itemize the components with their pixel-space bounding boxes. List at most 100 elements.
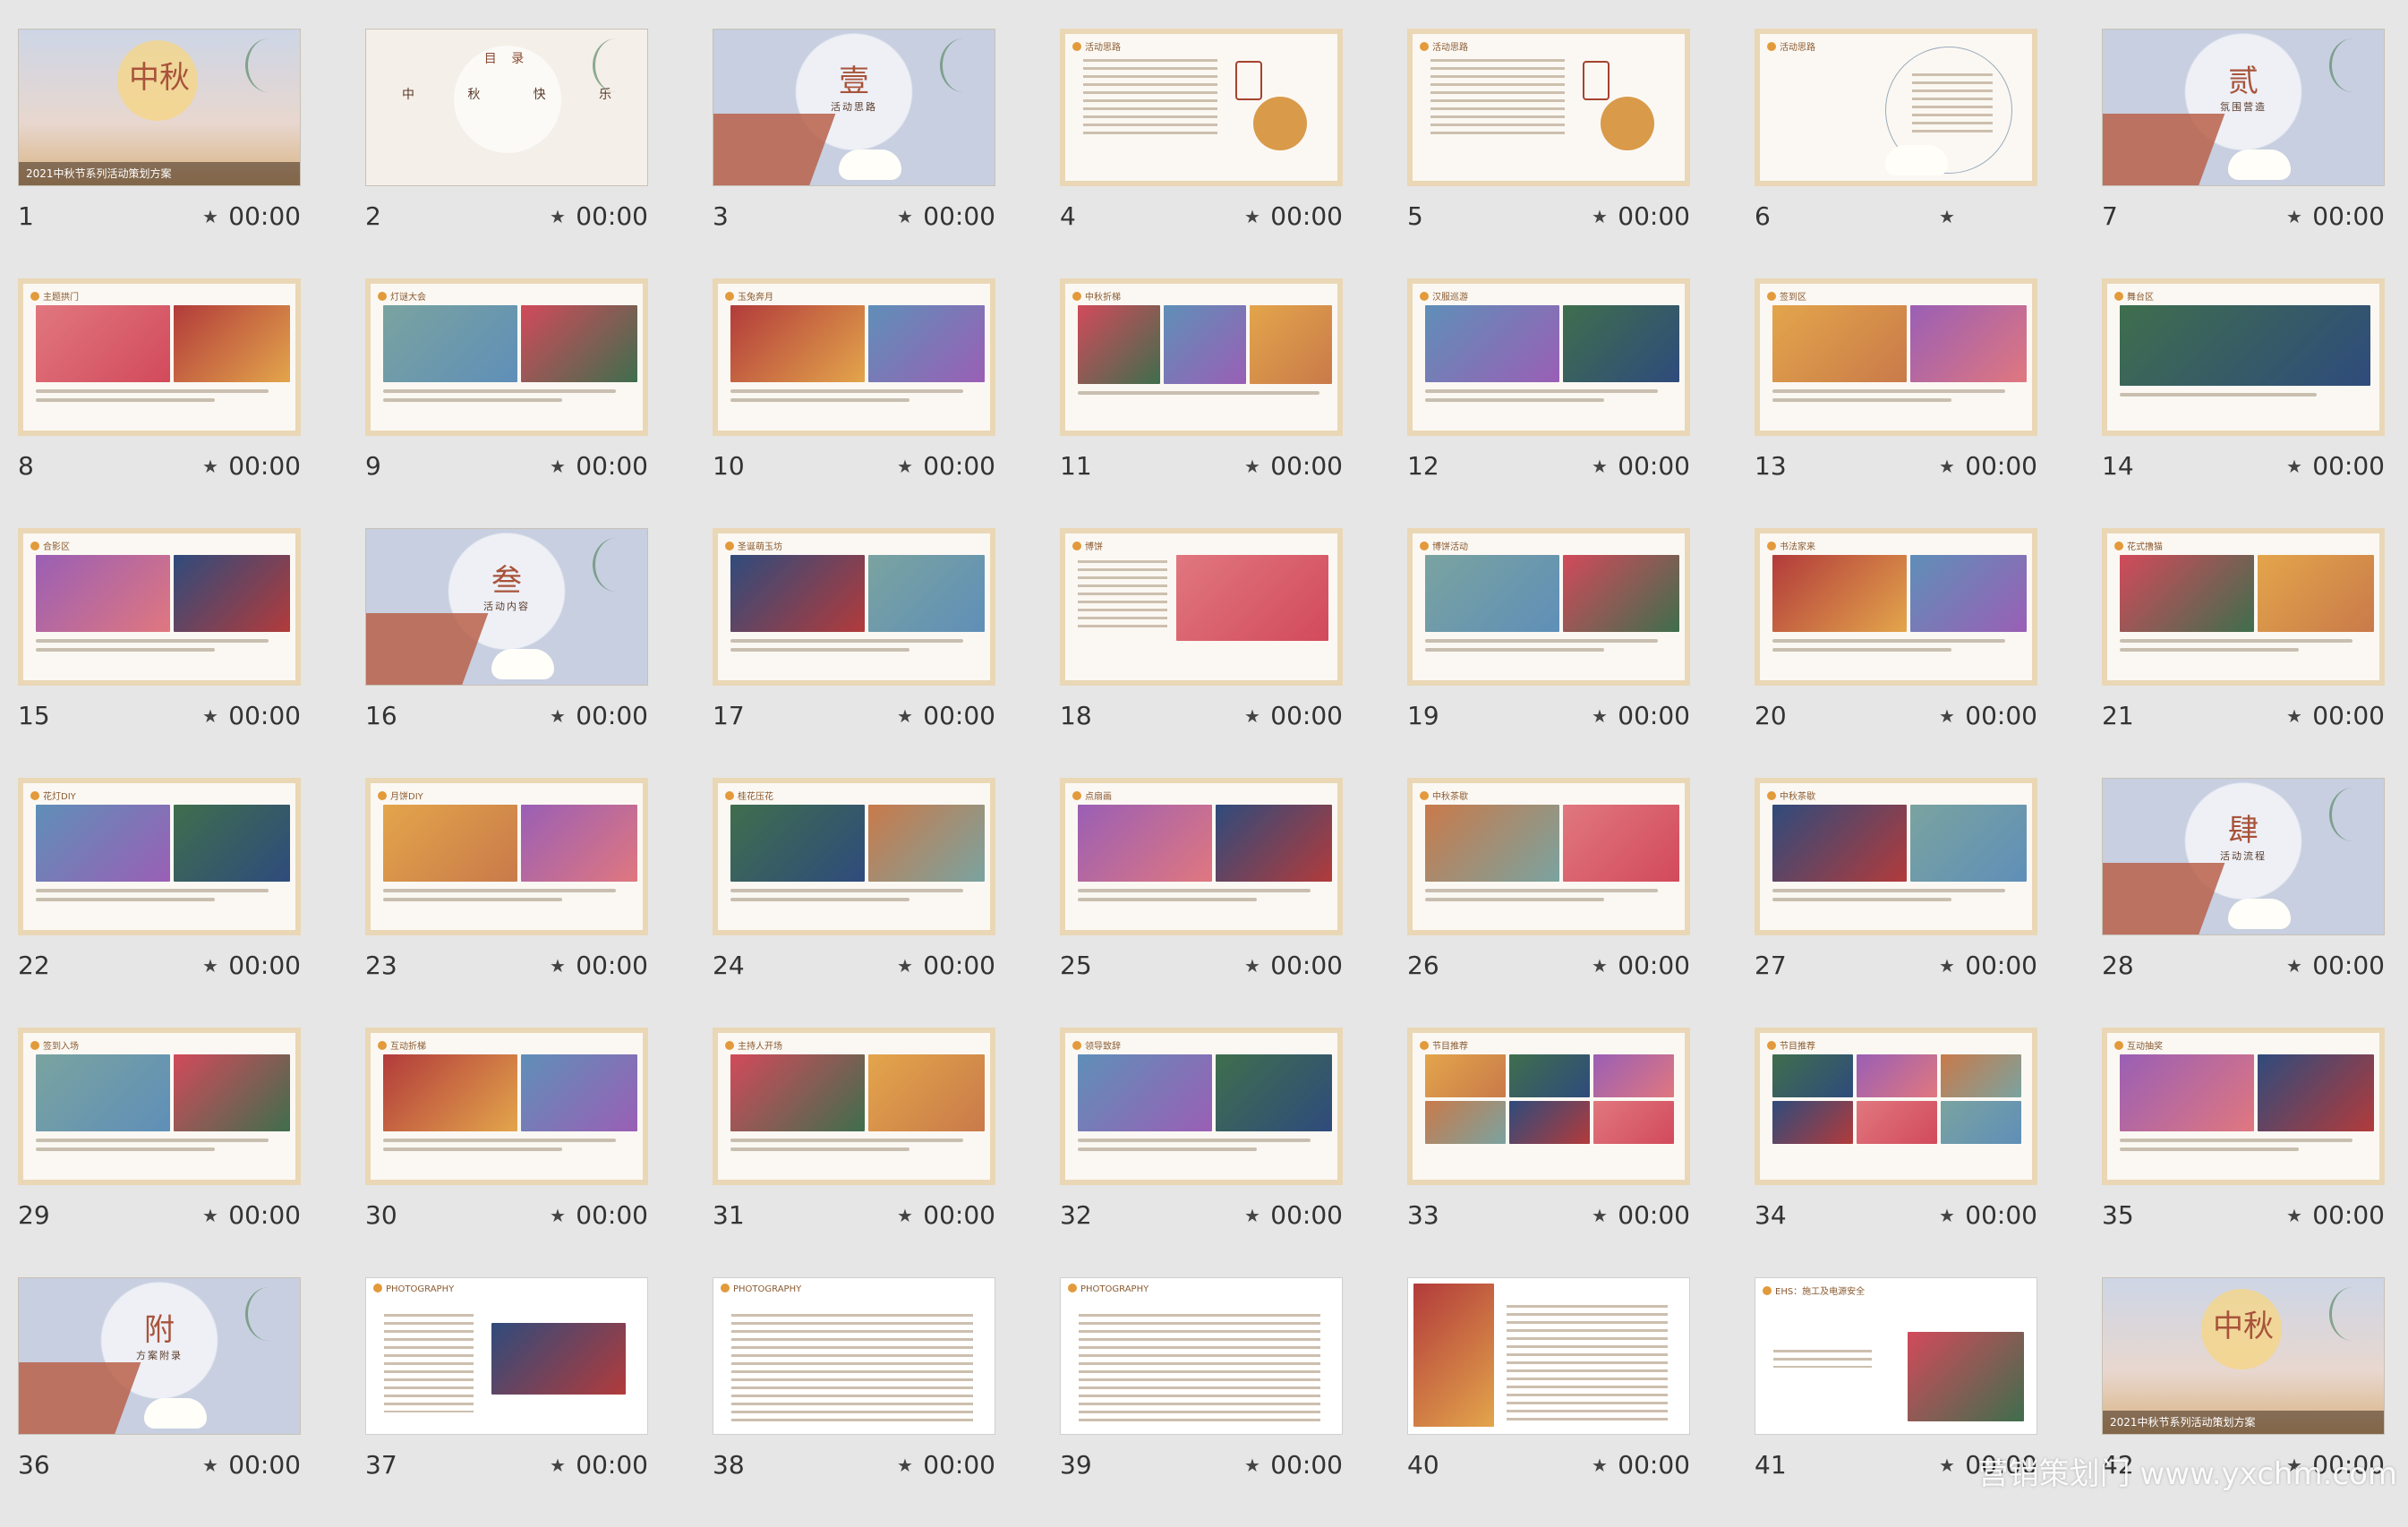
star-icon[interactable]: ★ <box>897 1456 913 1474</box>
star-icon[interactable]: ★ <box>1592 457 1608 475</box>
slide-thumbnail[interactable]: 主持人开场 <box>713 1028 995 1185</box>
slide-thumbnail[interactable]: 主题拱门 <box>18 278 301 436</box>
slide-photo <box>383 805 517 882</box>
caption-text <box>2120 1139 2352 1142</box>
slide-thumbnail[interactable]: 叁活动内容 <box>365 528 648 686</box>
leaf-decoration <box>593 38 640 92</box>
star-icon[interactable]: ★ <box>1939 457 1955 475</box>
slide-thumbnail[interactable]: EHS保障方案 <box>1407 1277 1690 1435</box>
slide-number: 3 <box>713 201 729 231</box>
slide-thumbnail[interactable]: 花灯DIY <box>18 778 301 935</box>
slide-thumbnail[interactable]: 领导致辞 <box>1060 1028 1343 1185</box>
slide-thumbnail[interactable]: 桂花压花 <box>713 778 995 935</box>
slide-thumbnail[interactable]: 节目推荐 <box>1755 1028 2037 1185</box>
star-icon[interactable]: ★ <box>550 1207 566 1224</box>
star-icon[interactable]: ★ <box>1592 957 1608 975</box>
slide-thumbnail[interactable]: 互动折梯 <box>365 1028 648 1185</box>
star-icon[interactable]: ★ <box>2286 208 2302 226</box>
slide-thumbnail[interactable]: 中秋折梯 <box>1060 278 1343 436</box>
star-icon[interactable]: ★ <box>1939 957 1955 975</box>
star-icon[interactable]: ★ <box>202 208 218 226</box>
star-icon[interactable]: ★ <box>1939 208 1955 226</box>
star-icon[interactable]: ★ <box>202 457 218 475</box>
star-icon[interactable]: ★ <box>2286 707 2302 725</box>
slide-thumbnail[interactable]: 中秋茶歇 <box>1407 778 1690 935</box>
slide-thumbnail[interactable]: PHOTOGRAPHY <box>365 1277 648 1435</box>
slide-timing: 00:00 <box>923 1450 995 1480</box>
slide-thumbnail[interactable]: PHOTOGRAPHY <box>1060 1277 1343 1435</box>
star-icon[interactable]: ★ <box>2286 957 2302 975</box>
star-icon[interactable]: ★ <box>1592 1207 1608 1224</box>
star-icon[interactable]: ★ <box>897 957 913 975</box>
slide-timing: 00:00 <box>1270 701 1343 730</box>
slide-thumbnail[interactable]: 壹活动思路 <box>713 29 995 186</box>
slide-thumbnail[interactable]: 灯谜大会 <box>365 278 648 436</box>
slide-thumbnail[interactable]: 活动思路 <box>1755 29 2037 186</box>
slide-thumbnail[interactable]: 互动抽奖 <box>2102 1028 2385 1185</box>
slide-thumbnail[interactable]: 肆活动流程 <box>2102 778 2385 935</box>
slide-thumbnail[interactable]: 中秋 2021中秋节系列活动策划方案 <box>18 29 301 186</box>
caption-text <box>1425 648 1604 652</box>
slide-thumbnail[interactable]: 汉服巡游 <box>1407 278 1690 436</box>
star-icon[interactable]: ★ <box>202 1456 218 1474</box>
star-icon[interactable]: ★ <box>202 1207 218 1224</box>
slide-thumbnail[interactable]: 中秋 2021中秋节系列活动策划方案 <box>2102 1277 2385 1435</box>
star-icon[interactable]: ★ <box>1939 707 1955 725</box>
slide-number: 29 <box>18 1200 50 1230</box>
slide-thumbnail[interactable]: 附方案附录 <box>18 1277 301 1435</box>
slide-thumbnail[interactable]: 目 录中秋快乐 <box>365 29 648 186</box>
slide-photo <box>174 305 290 382</box>
slide-thumbnail[interactable]: 舞台区 <box>2102 278 2385 436</box>
star-icon[interactable]: ★ <box>1244 457 1260 475</box>
slide-number: 36 <box>18 1450 50 1480</box>
slide-thumbnail[interactable]: 节目推荐 <box>1407 1028 1690 1185</box>
slide-thumbnail[interactable]: 中秋茶歇 <box>1755 778 2037 935</box>
star-icon[interactable]: ★ <box>1244 1456 1260 1474</box>
slide-number: 14 <box>2102 451 2134 481</box>
slide-thumbnail[interactable]: 博饼 <box>1060 528 1343 686</box>
star-icon[interactable]: ★ <box>550 208 566 226</box>
slide-thumbnail[interactable]: 圣诞萌玉坊 <box>713 528 995 686</box>
star-icon[interactable]: ★ <box>1244 208 1260 226</box>
slide-thumbnail[interactable]: 玉兔奔月 <box>713 278 995 436</box>
star-icon[interactable]: ★ <box>1592 208 1608 226</box>
slide-thumbnail[interactable]: 书法家来 <box>1755 528 2037 686</box>
star-icon[interactable]: ★ <box>1592 707 1608 725</box>
star-icon[interactable]: ★ <box>1939 1456 1955 1474</box>
text-block <box>1079 1314 1320 1421</box>
slide-thumbnail[interactable]: PHOTOGRAPHY <box>713 1277 995 1435</box>
star-icon[interactable]: ★ <box>550 1456 566 1474</box>
slide-thumbnail[interactable]: 活动思路 <box>1407 29 1690 186</box>
slide-thumbnail[interactable]: 签到区 <box>1755 278 2037 436</box>
star-icon[interactable]: ★ <box>202 957 218 975</box>
star-icon[interactable]: ★ <box>550 457 566 475</box>
star-icon[interactable]: ★ <box>1244 1207 1260 1224</box>
star-icon[interactable]: ★ <box>2286 457 2302 475</box>
slide-thumbnail[interactable]: 合影区 <box>18 528 301 686</box>
star-icon[interactable]: ★ <box>2286 1207 2302 1224</box>
slide-thumbnail[interactable]: 博饼活动 <box>1407 528 1690 686</box>
slide-thumbnail[interactable]: 月饼DIY <box>365 778 648 935</box>
star-icon[interactable]: ★ <box>1592 1456 1608 1474</box>
slide-cell: 博饼 18 ★ 00:00 <box>1060 528 1343 778</box>
caption-text <box>383 1139 616 1142</box>
star-icon[interactable]: ★ <box>897 208 913 226</box>
star-icon[interactable]: ★ <box>1244 957 1260 975</box>
caption-text <box>36 398 215 402</box>
star-icon[interactable]: ★ <box>897 1207 913 1224</box>
slide-thumbnail[interactable]: 点扇画 <box>1060 778 1343 935</box>
slide-number: 13 <box>1755 451 1787 481</box>
star-icon[interactable]: ★ <box>550 707 566 725</box>
slide-thumbnail[interactable]: 贰氛围营造 <box>2102 29 2385 186</box>
slide-thumbnail[interactable]: EHS：施工及电源安全 <box>1755 1277 2037 1435</box>
star-icon[interactable]: ★ <box>202 707 218 725</box>
star-icon[interactable]: ★ <box>897 457 913 475</box>
section-number: 叁 <box>491 563 522 599</box>
star-icon[interactable]: ★ <box>1939 1207 1955 1224</box>
slide-thumbnail[interactable]: 花式撸猫 <box>2102 528 2385 686</box>
slide-thumbnail[interactable]: 签到入场 <box>18 1028 301 1185</box>
star-icon[interactable]: ★ <box>550 957 566 975</box>
slide-thumbnail[interactable]: 活动思路 <box>1060 29 1343 186</box>
star-icon[interactable]: ★ <box>1244 707 1260 725</box>
star-icon[interactable]: ★ <box>897 707 913 725</box>
